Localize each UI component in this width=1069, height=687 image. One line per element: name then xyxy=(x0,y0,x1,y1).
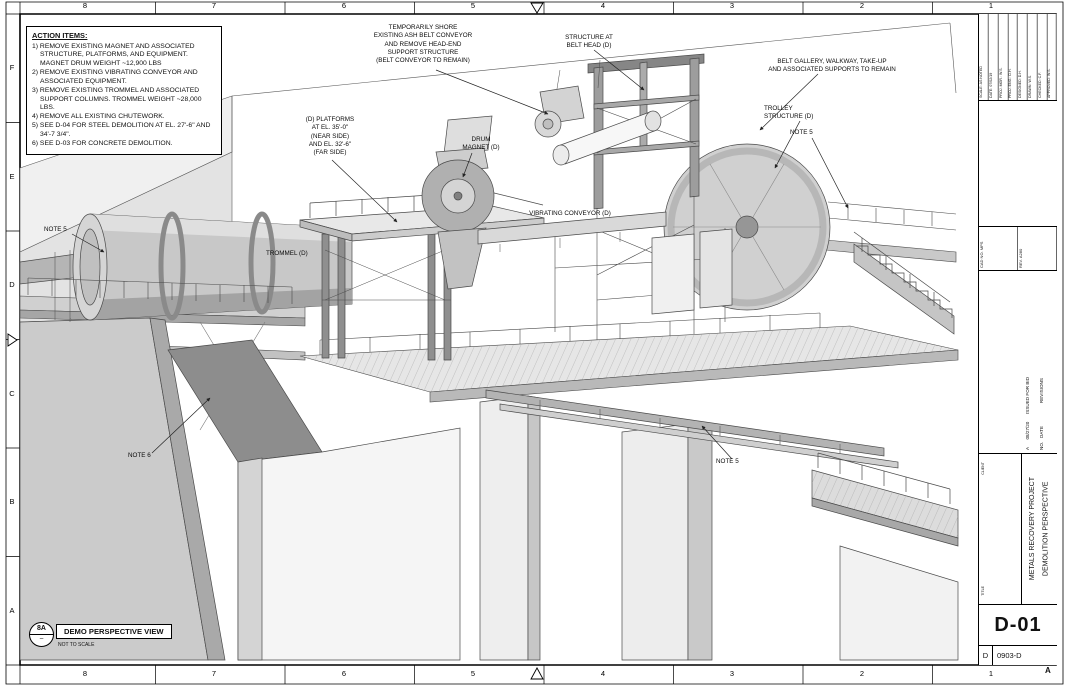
info-field: DATE: 07/02/19 xyxy=(988,14,999,100)
stairs-and-gallery xyxy=(826,202,956,262)
grid-label-bottom: 8 xyxy=(82,669,88,678)
cad-cell: CAD NO. MPS xyxy=(979,227,1018,270)
action-item: 5) SEE D-04 FOR STEEL DEMOLITION AT EL. … xyxy=(32,122,211,138)
grid-label-bottom: 4 xyxy=(600,669,606,678)
annotation-trommel: TROMMEL (D) xyxy=(266,250,308,257)
action-item: 2) REMOVE EXISTING VIBRATING CONVEYOR AN… xyxy=(32,69,198,85)
title-block-stamp-area xyxy=(979,101,1057,227)
revision-entry: A 08/27/20 ISSUED FOR BID xyxy=(1025,376,1030,450)
title-block-revisions: A 08/27/20 ISSUED FOR BID NO. DATE REVIS… xyxy=(979,271,1057,454)
grid-label-top: 4 xyxy=(600,1,606,10)
action-items-box: ACTION ITEMS: 1) REMOVE EXISTING MAGNET … xyxy=(26,26,222,155)
grid-label-left: B xyxy=(9,497,15,506)
title-block-info-fields: SCALE: AS NOTED DATE: 07/02/19 PROJ. MGR… xyxy=(979,14,1057,101)
view-scale: NOT TO SCALE xyxy=(58,642,95,648)
info-field: CHECKED: C.F. xyxy=(1037,14,1048,100)
action-item: 4) REMOVE ALL EXISTING CHUTEWORK. xyxy=(32,113,165,121)
sheet-number: D-01 xyxy=(979,605,1057,646)
grid-label-left: D xyxy=(9,280,15,289)
grid-label-left: A xyxy=(9,606,15,615)
annotation-note5-trolley: NOTE 5 xyxy=(790,129,813,136)
info-field: SCALE: AS NOTED xyxy=(979,14,989,100)
grid-label-top: 6 xyxy=(341,1,347,10)
grid-label-bottom: 5 xyxy=(470,669,476,678)
revision-letter-corner: A xyxy=(1045,666,1051,675)
drawing-number: 0903-D xyxy=(997,651,1022,660)
action-item: 6) SEE D-03 FOR CONCRETE DEMOLITION. xyxy=(32,139,173,147)
sheet-title-cell: METALS RECOVERY PROJECT DEMOLITION PERSP… xyxy=(1022,454,1057,604)
info-field: PROJ. MGR.: W.S. xyxy=(998,14,1009,100)
sheet-title-line2: DEMOLITION PERSPECTIVE xyxy=(1042,481,1050,577)
title-block-cad-cells: CAD NO. MPS REV. A280 xyxy=(979,227,1057,271)
grid-label-top: 5 xyxy=(470,1,476,10)
info-field: APPROVED: W.S. xyxy=(1047,14,1057,100)
grid-label-top: 2 xyxy=(859,1,865,10)
info-field: DRAWN: W.S. xyxy=(1027,14,1038,100)
title-block-title-area: CLIENT TITLE METALS RECOVERY PROJECT DEM… xyxy=(979,454,1057,605)
annotation-temporary-shore: TEMPORARILY SHORE EXISTING ASH BELT CONV… xyxy=(373,24,473,65)
grid-label-left: E xyxy=(9,172,15,181)
info-field: PROJ. ENG.: D.H. xyxy=(1008,14,1018,100)
match-mark-left xyxy=(8,334,17,346)
action-item: 3) REMOVE EXISTING TROMMEL AND ASSOCIATE… xyxy=(32,86,202,112)
grid-label-bottom: 6 xyxy=(341,669,347,678)
drawing-sheet: 8 7 6 5 4 3 2 1 8 7 6 5 4 3 2 1 F E D C … xyxy=(0,0,1069,687)
client-cell: CLIENT TITLE xyxy=(979,454,1022,604)
grid-label-top: 7 xyxy=(211,1,217,10)
info-field: DESIGNED: D.H. xyxy=(1018,14,1028,100)
grid-label-bottom: 3 xyxy=(729,669,735,678)
grid-label-top: 1 xyxy=(988,1,994,10)
grid-label-left: C xyxy=(9,389,15,398)
client-label: CLIENT xyxy=(981,462,985,475)
annotation-belt-gallery: BELT GALLERY, WALKWAY, TAKE-UP AND ASSOC… xyxy=(768,58,896,74)
view-callout-bubble: 8A ~ xyxy=(29,622,54,647)
grid-label-bottom: 7 xyxy=(211,669,217,678)
annotation-drum-magnet: DRUM MAGNET (D) xyxy=(462,136,500,152)
title-label: TITLE xyxy=(981,586,985,596)
grid-label-top: 3 xyxy=(729,1,735,10)
annotation-trolley-structure: TROLLEY STRUCTURE (D) xyxy=(764,105,814,121)
grid-label-left: F xyxy=(9,63,15,72)
revision-header: NO. DATE REVISIONS xyxy=(1039,378,1044,450)
action-items-title: ACTION ITEMS: xyxy=(32,31,88,40)
annotation-structure-belt-head: STRUCTURE AT BELT HEAD (D) xyxy=(565,34,613,50)
title-block: SCALE: AS NOTED DATE: 07/02/19 PROJ. MGR… xyxy=(978,14,1057,665)
grid-label-bottom: 2 xyxy=(859,669,865,678)
sheet-title-line1: METALS RECOVERY PROJECT xyxy=(1029,477,1037,581)
view-number: 8A xyxy=(30,623,53,635)
drawing-number-row: D 0903-D xyxy=(979,646,1057,665)
match-mark-top xyxy=(531,3,543,13)
annotation-note5-left: NOTE 5 xyxy=(44,226,67,233)
match-mark-bottom xyxy=(531,668,543,679)
annotation-vibrating-conveyor: VIBRATING CONVEYOR (D) xyxy=(529,210,611,217)
cad-cell: REV. A280 xyxy=(1018,227,1057,270)
action-item: 1) REMOVE EXISTING MAGNET AND ASSOCIATED… xyxy=(32,42,195,68)
grid-label-top: 8 xyxy=(82,1,88,10)
grid-label-bottom: 1 xyxy=(988,669,994,678)
view-sheet-ref: ~ xyxy=(39,636,44,643)
annotation-note6: NOTE 6 xyxy=(128,452,151,459)
annotation-platforms: (D) PLATFORMS AT EL. 35'-0" (NEAR SIDE) … xyxy=(305,116,355,157)
annotation-note5-lower: NOTE 5 xyxy=(716,458,739,465)
drawing-number-prefix: D xyxy=(979,646,993,665)
view-title: DEMO PERSPECTIVE VIEW xyxy=(56,624,172,639)
